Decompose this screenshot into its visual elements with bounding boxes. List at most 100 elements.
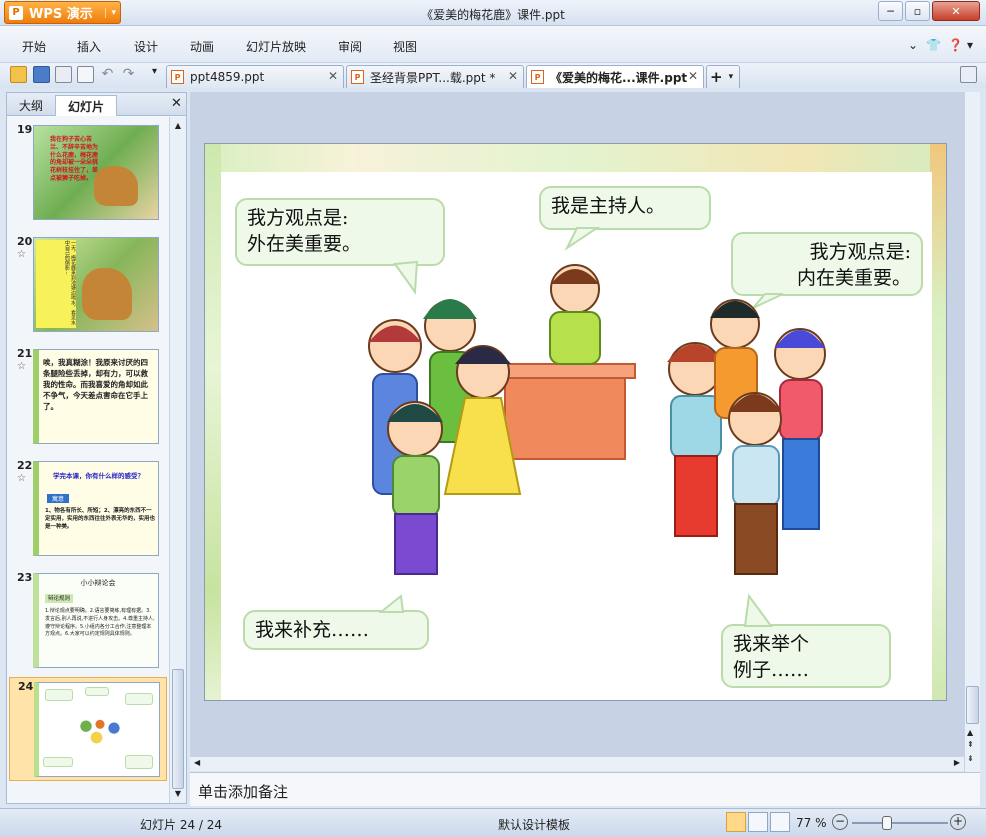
quick-access-toolbar: ↶ ↷ ▾ P ppt4859.ppt ✕ P 圣经背景PPT...载.ppt … bbox=[0, 62, 986, 88]
slide-20-preview: 一天，梅花鹿来到池塘边喝水，看见水中自己的倒影... bbox=[33, 237, 159, 332]
normal-view-button[interactable] bbox=[726, 812, 746, 832]
slide-number: 20 bbox=[17, 235, 33, 248]
close-tab-icon[interactable]: ✕ bbox=[328, 69, 338, 83]
scroll-left-icon[interactable]: ◀ bbox=[194, 758, 200, 767]
doc-tab-label: 圣经背景PPT...载.ppt * bbox=[370, 70, 496, 85]
notes-pane[interactable]: 单击添加备注 bbox=[190, 772, 980, 806]
tab-view[interactable]: 视图 bbox=[393, 38, 417, 55]
print-icon[interactable] bbox=[55, 66, 72, 83]
new-tab-icon[interactable]: + ▾ bbox=[706, 65, 740, 88]
skin-icon[interactable]: 👕 bbox=[926, 38, 941, 52]
animation-star-icon: ☆ bbox=[17, 473, 26, 484]
ribbon-collapse-icon[interactable]: ⌄ bbox=[908, 38, 918, 52]
doc-tab-1[interactable]: P ppt4859.ppt ✕ bbox=[166, 65, 344, 88]
slide-21-text: 唉，我真糊涂！我原来讨厌的四条腿险些丢掉，却有力，可以救我的性命。而我喜爱的角却… bbox=[43, 358, 148, 411]
slide-24-preview bbox=[34, 682, 160, 777]
doc-tab-label: 《爱美的梅花...课件.ppt bbox=[550, 70, 688, 85]
slide-sorter-button[interactable] bbox=[748, 812, 768, 832]
tab-slideshow[interactable]: 幻灯片放映 bbox=[246, 38, 306, 55]
slide-counter: 幻灯片 24 / 24 bbox=[140, 818, 223, 832]
window-title: 《爱美的梅花鹿》课件.ppt bbox=[421, 8, 565, 22]
scroll-down-icon[interactable]: ▼ bbox=[172, 789, 184, 801]
scroll-up-icon[interactable]: ▲ bbox=[172, 121, 184, 133]
close-button[interactable]: ✕ bbox=[932, 1, 980, 21]
slide-number: 24 bbox=[18, 680, 34, 693]
undo-icon[interactable]: ↶ bbox=[99, 66, 116, 83]
children-illustration bbox=[65, 711, 135, 749]
slide-22-tag: 寓意 bbox=[47, 494, 69, 503]
slide-23-preview: 小小辩论会 辩论规则 1.辩论观点要明确。2.语言要简练,有理有据。3.发言后,… bbox=[33, 573, 159, 668]
slide-22-text: 1、物各有所长、所短；2、漂亮的东西不一定实用，实用的东西往往外表无华的，实用也… bbox=[45, 508, 156, 530]
window-layout-icon[interactable] bbox=[960, 66, 977, 83]
notes-placeholder: 单击添加备注 bbox=[198, 783, 289, 801]
template-name: 默认设计模板 bbox=[498, 818, 571, 832]
deer-illustration bbox=[94, 166, 138, 206]
scroll-up-icon[interactable]: ▲ bbox=[967, 728, 973, 737]
tab-insert[interactable]: 插入 bbox=[77, 38, 101, 55]
slide-number: 21 bbox=[17, 347, 33, 360]
mini-bubble bbox=[125, 755, 153, 769]
minimize-button[interactable]: ─ bbox=[878, 1, 903, 21]
slideshow-button[interactable] bbox=[770, 812, 790, 832]
redo-icon[interactable]: ↷ bbox=[120, 66, 137, 83]
scroll-right-icon[interactable]: ▶ bbox=[954, 758, 960, 767]
canvas-scrollbar[interactable]: ▲ ⇞ ⇟ bbox=[964, 92, 980, 772]
panel-scrollbar[interactable]: ▲ ▼ bbox=[169, 117, 186, 803]
maximize-button[interactable]: ▫ bbox=[905, 1, 930, 21]
mini-bubble bbox=[85, 687, 109, 696]
zoom-out-button[interactable]: − bbox=[832, 814, 848, 830]
slide-number: 19 bbox=[17, 123, 33, 136]
tab-animation[interactable]: 动画 bbox=[190, 38, 214, 55]
mini-bubble bbox=[45, 689, 73, 701]
close-tab-icon[interactable]: ✕ bbox=[508, 69, 518, 83]
slide-number: 23 bbox=[17, 571, 33, 584]
zoom-slider-track[interactable] bbox=[852, 822, 948, 824]
ppt-file-icon: P bbox=[351, 70, 364, 84]
slide-20-text: 一天，梅花鹿来到池塘边喝水，看见水中自己的倒影... bbox=[36, 240, 76, 328]
doc-tab-label: ppt4859.ppt bbox=[190, 70, 265, 84]
canvas-scroll-thumb[interactable] bbox=[966, 686, 979, 724]
panel-scroll-thumb[interactable] bbox=[172, 669, 184, 789]
slide-thumbnail-24[interactable]: 24 bbox=[9, 677, 167, 781]
ribbon-tabs: 开始 插入 设计 动画 幻灯片放映 审阅 视图 ⌄ 👕 ❓ ▾ bbox=[0, 26, 986, 62]
help-icon[interactable]: ❓ bbox=[948, 38, 963, 52]
slides-panel: 大纲 幻灯片 ✕ 19 我在狗子苦心苦兰、不辞辛苦地为什么花鹿，梅花鹿的角却被一… bbox=[6, 92, 187, 804]
canvas-horizontal-scrollbar[interactable]: ◀ ▶ bbox=[190, 756, 964, 771]
status-bar: 幻灯片 24 / 24 默认设计模板 77 % − + bbox=[0, 808, 986, 837]
slide-number: 22 bbox=[17, 459, 33, 472]
animation-star-icon: ☆ bbox=[17, 249, 26, 260]
toolbar-dropdown-icon[interactable]: ▾ bbox=[146, 66, 163, 83]
current-slide[interactable]: 我方观点是: 外在美重要。 我是主持人。 我方观点是: 内在美重要。 我来补充…… bbox=[204, 143, 947, 701]
zoom-slider-thumb[interactable] bbox=[882, 816, 893, 830]
prev-slide-icon[interactable]: ⇞ bbox=[967, 740, 974, 749]
open-icon[interactable] bbox=[10, 66, 27, 83]
doc-tab-3[interactable]: P 《爱美的梅花...课件.ppt ✕ bbox=[526, 65, 704, 88]
animation-star-icon: ☆ bbox=[17, 361, 26, 372]
tab-outline[interactable]: 大纲 bbox=[11, 95, 51, 116]
help-dropdown-icon[interactable]: ▾ bbox=[967, 38, 973, 52]
ppt-file-icon: P bbox=[531, 70, 544, 84]
slide-22-title: 学完本课，你有什么样的感受？ bbox=[53, 472, 144, 480]
slide-23-title: 小小辩论会 bbox=[80, 579, 116, 587]
print-preview-icon[interactable] bbox=[77, 66, 94, 83]
zoom-level: 77 % bbox=[796, 816, 827, 830]
slide-23-subtitle: 辩论规则 bbox=[45, 594, 73, 603]
save-icon[interactable] bbox=[33, 66, 50, 83]
zoom-in-button[interactable]: + bbox=[950, 814, 966, 830]
tab-review[interactable]: 审阅 bbox=[338, 38, 362, 55]
next-slide-icon[interactable]: ⇟ bbox=[967, 754, 974, 763]
tab-slides[interactable]: 幻灯片 bbox=[55, 95, 117, 116]
deer-illustration bbox=[82, 268, 132, 320]
title-bar: P WPS 演示 ▾ 《爱美的梅花鹿》课件.ppt ─ ▫ ✕ bbox=[0, 0, 986, 26]
mini-bubble bbox=[43, 757, 73, 767]
tab-design[interactable]: 设计 bbox=[134, 38, 158, 55]
children-debate-illustration bbox=[368, 264, 826, 575]
tab-home[interactable]: 开始 bbox=[22, 38, 46, 55]
doc-tab-2[interactable]: P 圣经背景PPT...载.ppt * ✕ bbox=[346, 65, 524, 88]
ppt-file-icon: P bbox=[171, 70, 184, 84]
slide-21-preview: 唉，我真糊涂！我原来讨厌的四条腿险些丢掉，却有力，可以救我的性命。而我喜爱的角却… bbox=[33, 349, 159, 444]
slide-23-text: 1.辩论观点要明确。2.语言要简练,有理有据。3.发言后,别人再说,不进行人身攻… bbox=[45, 608, 155, 638]
close-panel-icon[interactable]: ✕ bbox=[171, 96, 182, 111]
close-tab-icon[interactable]: ✕ bbox=[688, 69, 698, 83]
slide-22-preview: 学完本课，你有什么样的感受？ 寓意 1、物各有所长、所短；2、漂亮的东西不一定实… bbox=[33, 461, 159, 556]
